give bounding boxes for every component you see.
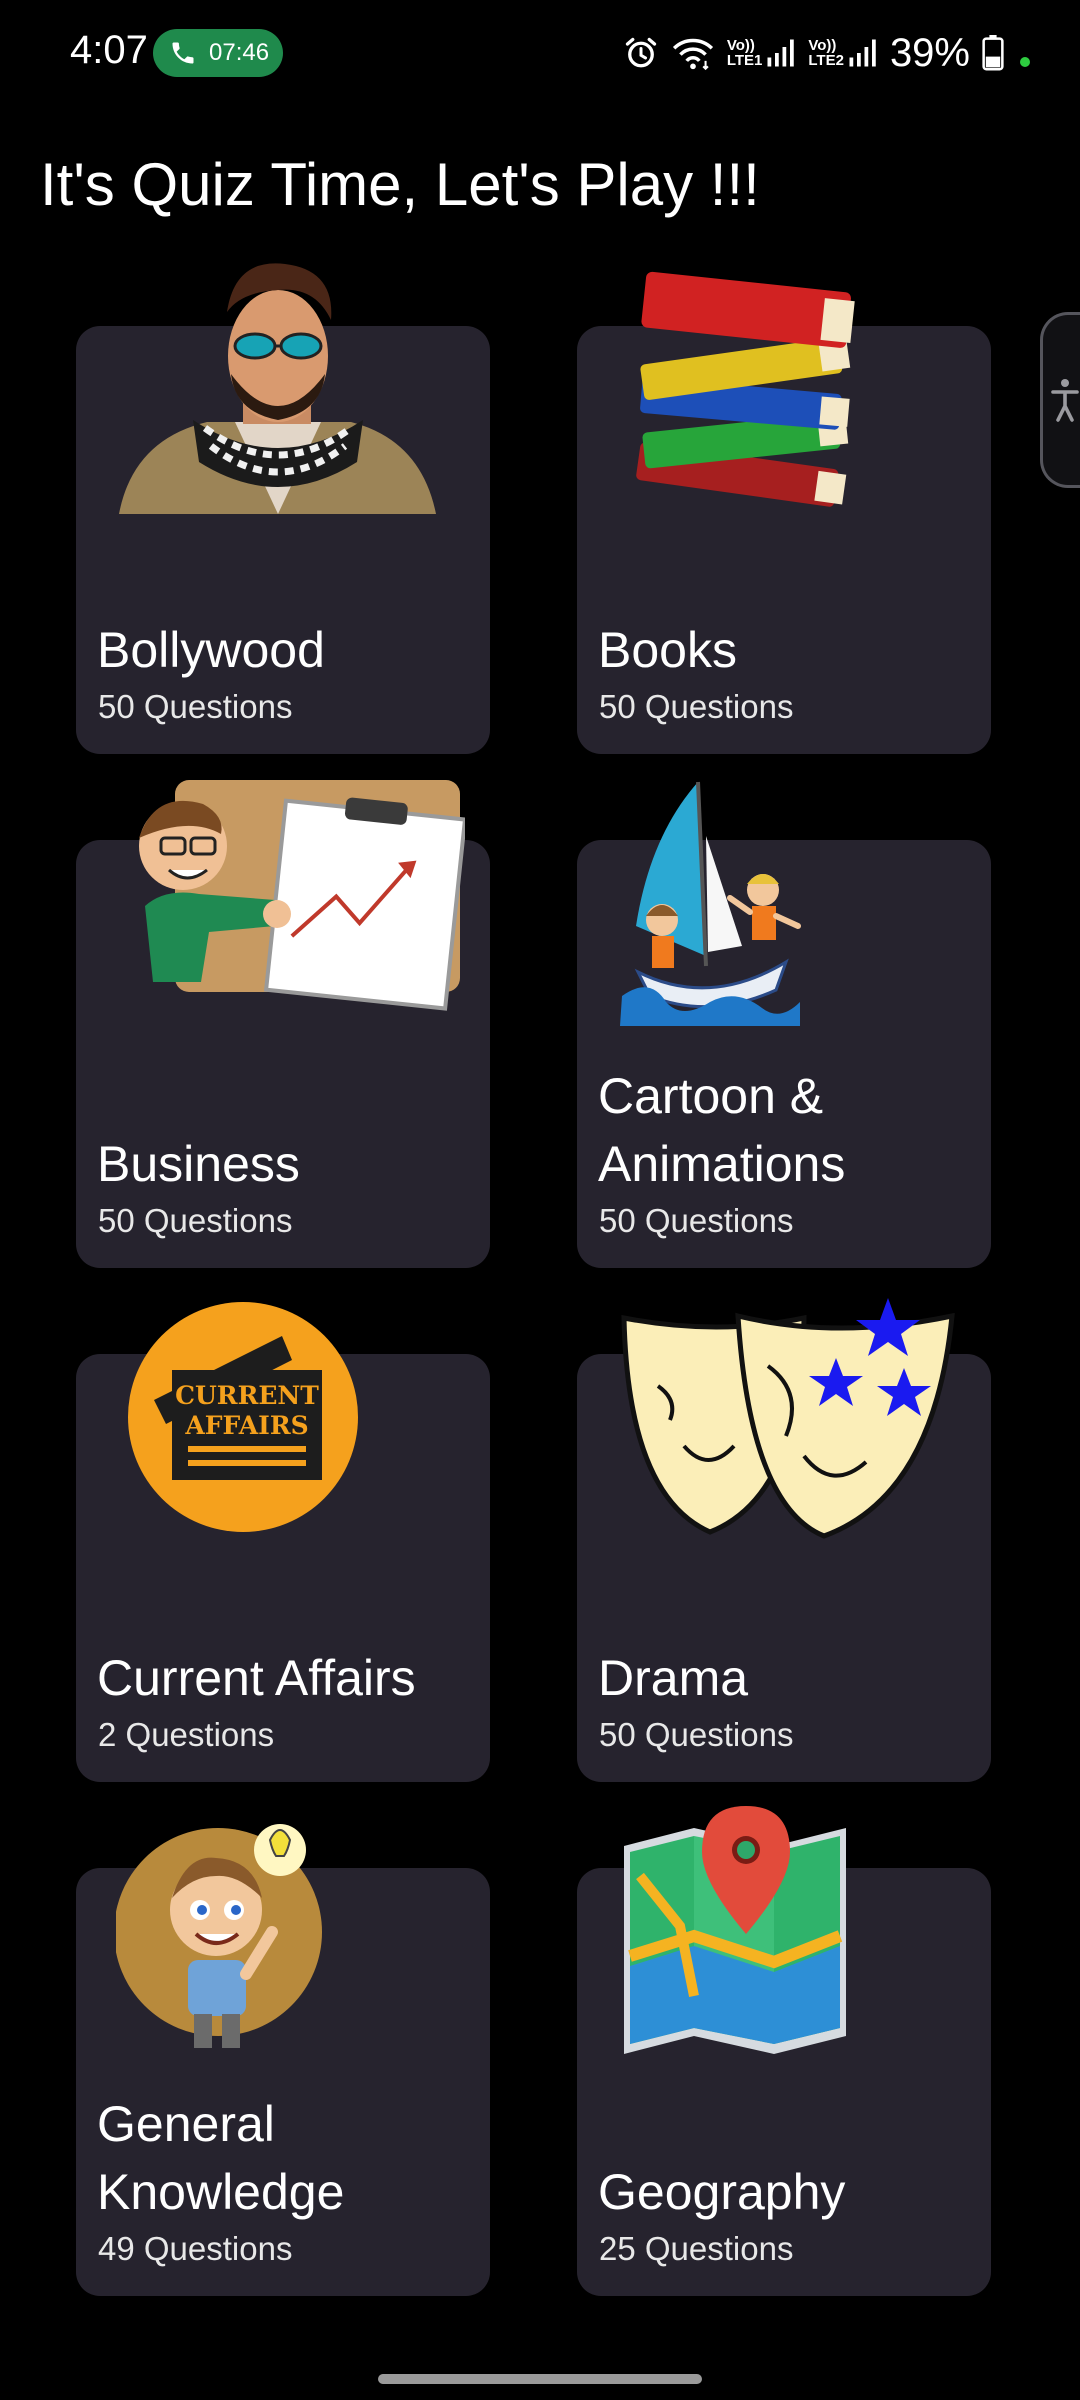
alarm-icon (623, 35, 659, 71)
category-title: Cartoon & Animations (598, 1068, 846, 1192)
signal-icon (767, 39, 795, 67)
category-title: Geography (598, 2164, 846, 2220)
battery-icon (982, 35, 1004, 71)
accessibility-icon (1050, 379, 1079, 422)
home-gesture-bar[interactable] (378, 2374, 702, 2384)
category-question-count: 50 Questions (98, 688, 293, 725)
category-question-count: 49 Questions (98, 2230, 293, 2267)
wifi-icon (671, 35, 715, 71)
signal-icon-2 (849, 39, 876, 67)
general-knowledge-icon (116, 1824, 322, 2048)
status-icons: Vo)) LTE1 Vo)) LTE2 39% (623, 28, 1030, 78)
cartoon-sailboat-icon (620, 781, 801, 1026)
current-affairs-icon: CURRENT AFFAIRS (128, 1302, 358, 1532)
category-title: Business (97, 1136, 300, 1192)
bollywood-man-icon (119, 263, 436, 514)
map-pin-icon (624, 1806, 846, 2054)
ongoing-call-pill[interactable]: 07:46 (153, 29, 283, 77)
call-timer: 07:46 (209, 39, 270, 66)
current-affairs-badge-line2: AFFAIRS (184, 1411, 308, 1440)
category-title: Bollywood (97, 622, 325, 678)
accessibility-shortcut-tab[interactable] (1040, 312, 1080, 488)
privacy-indicator-dot (1020, 57, 1030, 67)
category-question-count: 25 Questions (599, 2230, 794, 2267)
category-title: Books (598, 622, 737, 678)
phone-icon (172, 42, 194, 64)
page-title: It's Quiz Time, Let's Play !!! (40, 151, 760, 218)
network-sim2: Vo)) LTE2 (808, 38, 878, 68)
books-stack-icon (636, 271, 855, 507)
category-question-count: 50 Questions (599, 1202, 794, 1239)
sim1-lte: LTE1 (726, 52, 763, 69)
category-title: Drama (598, 1650, 749, 1706)
network-sim1: Vo)) LTE1 (727, 38, 797, 68)
status-time: 4:07 (70, 28, 148, 72)
category-title: Current Affairs (97, 1650, 416, 1706)
status-bar: 4:07 07:46 Vo)) LTE1 Vo)) LTE2 39% (0, 0, 1080, 110)
current-affairs-badge-line1: CURRENT (175, 1381, 319, 1410)
category-question-count: 50 Questions (599, 688, 794, 725)
drama-masks-icon (621, 1298, 955, 1539)
business-presenter-icon (139, 780, 465, 1011)
category-question-count: 50 Questions (98, 1202, 293, 1239)
category-question-count: 2 Questions (98, 1716, 275, 1753)
sim2-lte: LTE2 (808, 52, 844, 69)
battery-percent: 39% (889, 30, 970, 75)
category-question-count: 50 Questions (599, 1716, 794, 1753)
category-title: General Knowledge (97, 2096, 345, 2220)
